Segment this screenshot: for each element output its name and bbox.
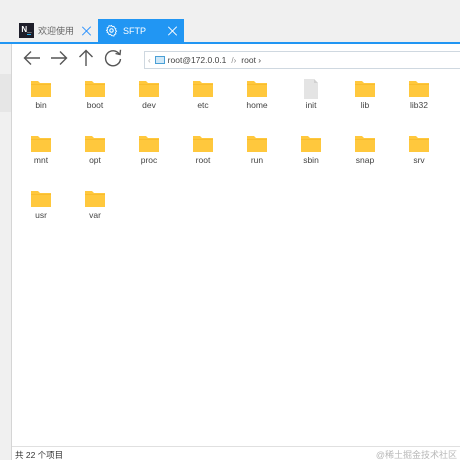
item-name: proc bbox=[140, 155, 158, 165]
folder-item[interactable]: boot bbox=[68, 70, 122, 114]
folder-item[interactable]: mnt bbox=[14, 125, 68, 169]
folder-item[interactable]: proc bbox=[122, 125, 176, 169]
toolbar: ‹ root@172.0.0.1 /› root › bbox=[12, 44, 460, 70]
folder-item[interactable]: opt bbox=[68, 125, 122, 169]
item-name: init bbox=[305, 100, 317, 110]
close-icon[interactable] bbox=[167, 26, 177, 36]
path-current[interactable]: root › bbox=[241, 55, 261, 65]
folder-icon bbox=[85, 134, 105, 154]
file-item[interactable]: init bbox=[284, 70, 338, 114]
folder-icon bbox=[31, 79, 51, 99]
folder-item[interactable]: bin bbox=[14, 70, 68, 114]
arrow-right-icon[interactable] bbox=[48, 47, 70, 69]
item-name: dev bbox=[142, 100, 156, 110]
folder-icon bbox=[247, 79, 267, 99]
item-name: etc bbox=[197, 100, 209, 110]
item-name: var bbox=[89, 210, 101, 220]
left-gutter bbox=[0, 44, 12, 460]
item-name: home bbox=[246, 100, 268, 110]
folder-icon bbox=[193, 134, 213, 154]
path-bar[interactable]: ‹ root@172.0.0.1 /› root › bbox=[144, 51, 460, 69]
path-host[interactable]: root@172.0.0.1 bbox=[168, 55, 227, 65]
item-name: boot bbox=[86, 100, 104, 110]
folder-item[interactable]: run bbox=[230, 125, 284, 169]
arrow-left-icon[interactable] bbox=[21, 47, 43, 69]
item-name: lib32 bbox=[410, 100, 428, 110]
computer-icon bbox=[154, 56, 165, 64]
folder-icon bbox=[409, 79, 429, 99]
watermark: @稀土掘金技术社区 bbox=[375, 450, 457, 460]
item-name: lib bbox=[360, 100, 370, 110]
folder-item[interactable]: etc bbox=[176, 70, 230, 114]
folder-item[interactable]: usr bbox=[14, 180, 68, 224]
item-name: snap bbox=[355, 155, 375, 165]
tab-label: SFTP bbox=[123, 25, 147, 36]
tab-label: 欢迎使用 bbox=[38, 26, 75, 36]
folder-icon bbox=[139, 79, 159, 99]
tab-welcome[interactable]: N_ 欢迎使用 bbox=[16, 19, 98, 42]
tab-sftp[interactable]: SFTP bbox=[98, 19, 184, 42]
folder-item[interactable]: snap bbox=[338, 125, 392, 169]
folder-item[interactable]: var bbox=[68, 180, 122, 224]
item-name: opt bbox=[89, 155, 101, 165]
item-name: run bbox=[250, 155, 264, 165]
folder-item[interactable]: lib32 bbox=[392, 70, 446, 114]
folder-item[interactable]: dev bbox=[122, 70, 176, 114]
folder-item[interactable]: sbin bbox=[284, 125, 338, 169]
app-logo-icon: N_ bbox=[19, 23, 34, 38]
folder-icon bbox=[31, 189, 51, 209]
folder-item[interactable]: srv bbox=[392, 125, 446, 169]
item-name: sbin bbox=[303, 155, 319, 165]
close-icon[interactable] bbox=[81, 26, 91, 36]
folder-icon bbox=[247, 134, 267, 154]
arrow-up-icon[interactable] bbox=[75, 47, 97, 69]
file-icon bbox=[301, 79, 321, 99]
item-name: root bbox=[195, 155, 211, 165]
folder-icon bbox=[301, 134, 321, 154]
status-bar: 共 22 个项目 @稀土掘金技术社区 bbox=[12, 446, 460, 460]
item-name: mnt bbox=[33, 155, 49, 165]
item-name: usr bbox=[35, 210, 47, 220]
gutter-marker bbox=[0, 74, 11, 112]
folder-icon bbox=[139, 134, 159, 154]
folder-icon bbox=[31, 134, 51, 154]
gear-icon bbox=[105, 24, 118, 37]
folder-icon bbox=[355, 134, 375, 154]
file-grid: bin boot dev etc home init lib lib32 mnt opt proc r… bbox=[14, 70, 460, 446]
item-name: bin bbox=[35, 100, 47, 110]
item-name: srv bbox=[413, 155, 425, 165]
folder-item[interactable]: root bbox=[176, 125, 230, 169]
folder-icon bbox=[85, 79, 105, 99]
path-back-chevron[interactable]: ‹ bbox=[148, 56, 151, 65]
item-count: 共 22 个项目 bbox=[15, 450, 64, 460]
tab-bar: N_ 欢迎使用 SFTP bbox=[0, 0, 460, 42]
folder-icon bbox=[193, 79, 213, 99]
folder-icon bbox=[85, 189, 105, 209]
folder-icon bbox=[355, 79, 375, 99]
folder-item[interactable]: home bbox=[230, 70, 284, 114]
folder-item[interactable]: lib bbox=[338, 70, 392, 114]
folder-icon bbox=[409, 134, 429, 154]
refresh-icon[interactable] bbox=[102, 47, 124, 69]
path-separator[interactable]: /› bbox=[231, 56, 236, 65]
